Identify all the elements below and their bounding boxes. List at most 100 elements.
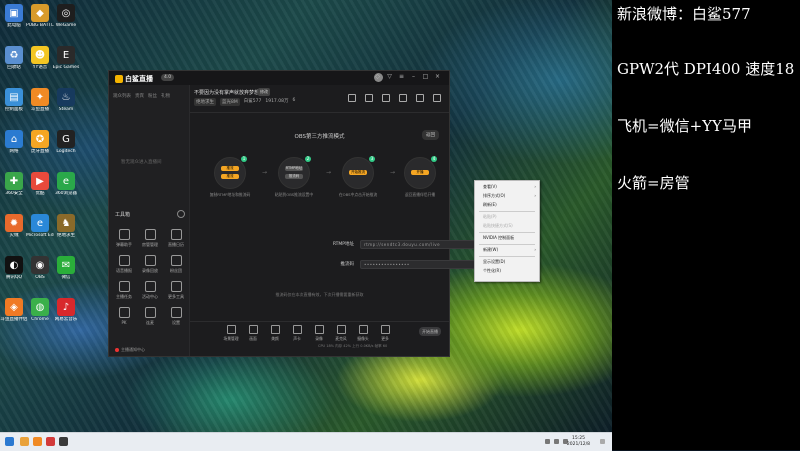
save-icon[interactable] xyxy=(382,94,390,102)
desktop-icon[interactable]: ◐ 腾讯QQ xyxy=(0,256,28,280)
toolbox-item[interactable]: 活动中心 xyxy=(139,281,161,300)
obs-taskbar-icon[interactable] xyxy=(59,437,68,446)
toolbox-item[interactable]: 连麦 xyxy=(139,307,161,326)
toolbox-item[interactable]: 设置 xyxy=(165,307,187,326)
file-explorer-icon[interactable] xyxy=(20,437,29,446)
toolbox-item[interactable]: 弹幕助手 xyxy=(113,229,135,248)
bottom-tool[interactable]: 摄像头 xyxy=(352,325,374,342)
tool-icon xyxy=(118,255,130,266)
douyu-taskbar-icon[interactable] xyxy=(33,437,42,446)
tab-vip[interactable]: 贵宾 xyxy=(135,93,144,99)
tab-gifts[interactable]: 礼物 xyxy=(161,93,170,99)
shirt-icon[interactable]: ▽ xyxy=(386,73,393,80)
notification-icon[interactable] xyxy=(600,439,605,444)
bottom-tool[interactable]: 声卡 xyxy=(286,325,308,342)
desktop-icon[interactable]: ✉ 微信 xyxy=(52,256,80,280)
gift-icon[interactable]: ◇ xyxy=(374,73,381,80)
context-menu-item[interactable]: 查看(V) xyxy=(483,184,497,190)
toolbox-item[interactable]: 房管管理 xyxy=(139,229,161,248)
taskbar-clock[interactable]: 15:25 2021/12/8 xyxy=(567,436,590,448)
desktop-icon[interactable]: ✹ 火绒 xyxy=(0,214,28,238)
maximize-icon[interactable]: □ xyxy=(422,73,429,80)
stream-key-field[interactable]: •••••••••••••••• xyxy=(360,260,475,269)
bottom-tool[interactable]: 场景管理 xyxy=(220,325,242,342)
desktop-icon[interactable]: ✚ 360安全 xyxy=(0,172,28,196)
desktop-icon[interactable]: ◍ Chrome xyxy=(26,298,54,322)
copy-icon[interactable] xyxy=(399,94,407,102)
desktop-icon[interactable]: ☻ YY语音 xyxy=(26,46,54,70)
desktop-icon[interactable]: ⌂ 网络 xyxy=(0,130,28,154)
context-menu-item[interactable]: 排序方式(O) xyxy=(483,193,505,199)
windows-start-icon[interactable] xyxy=(5,437,14,446)
close-icon[interactable]: × xyxy=(434,73,441,80)
menu-icon[interactable]: ≡ xyxy=(398,73,405,80)
bottom-tool[interactable]: 麦克风 xyxy=(330,325,352,342)
notice-center[interactable]: 主播通知中心 xyxy=(115,347,145,353)
room-category[interactable]: 绝地求生 xyxy=(194,98,216,106)
desktop-icon[interactable]: e 360浏览器 xyxy=(52,172,80,196)
rtmp-url-field[interactable]: rtmp://sendtc3.douyu.com/live xyxy=(360,240,475,249)
desktop-icon[interactable]: ♪ 网易云音乐 xyxy=(52,298,80,322)
tool-icon xyxy=(118,307,130,318)
douyu-companion-window[interactable]: 白鲨直播 4.0 ◇ ▽ ≡ – □ × 观众列表 贵宾 粉丝 礼物 暂无观众进… xyxy=(108,70,493,357)
desktop-icon[interactable]: ♨ Steam xyxy=(52,88,80,112)
minimize-icon[interactable]: – xyxy=(410,73,417,80)
room-quality[interactable]: 蓝光8M xyxy=(220,98,240,106)
app-icon: ✉ xyxy=(57,256,75,274)
context-menu-item[interactable]: 显示设置(D) xyxy=(483,259,505,265)
bell-icon[interactable] xyxy=(416,94,424,102)
desktop-icon[interactable]: ◉ OBS xyxy=(26,256,54,280)
toolbox-item[interactable]: 录像回放 xyxy=(139,255,161,274)
toolbox-item[interactable]: 直播日历 xyxy=(165,229,187,248)
tool-icon xyxy=(170,229,182,240)
desktop-icon[interactable]: ◈ 斗鱼直播伴侣 xyxy=(0,298,28,322)
obs-step-3: 3 开始推流 在OBS中点击开始推流 xyxy=(338,156,378,197)
lock-icon[interactable] xyxy=(365,94,373,102)
desktop-icon[interactable]: ▣ 此电脑 xyxy=(0,4,28,28)
context-menu-item[interactable]: 刷新(E) xyxy=(483,202,497,208)
screen-icon[interactable] xyxy=(348,94,356,102)
app-taskbar-icon[interactable] xyxy=(46,437,55,446)
tool-label: 语音播报 xyxy=(116,268,132,273)
toolbox-item[interactable]: 语音播报 xyxy=(113,255,135,274)
context-menu-item[interactable]: 个性化(R) xyxy=(483,268,501,274)
toolbox-item[interactable]: 粉丝团 xyxy=(165,255,187,274)
tool-label: 活动中心 xyxy=(142,294,158,299)
desktop-icon[interactable]: G Logitech xyxy=(52,130,80,154)
context-menu-item[interactable]: NVIDIA 控制面板 xyxy=(483,235,514,241)
network-icon[interactable] xyxy=(545,439,550,444)
desktop-icon[interactable]: ✪ 虎牙直播 xyxy=(26,130,54,154)
desktop-icon[interactable]: ◎ WeGame xyxy=(52,4,80,28)
app-titlebar[interactable]: 白鲨直播 4.0 ◇ ▽ ≡ – □ × xyxy=(109,71,449,85)
desktop-icon[interactable]: ◆PUBG BATTLEGR xyxy=(26,4,54,28)
overlay-gear: GPW2代 DPI400 速度18 xyxy=(617,60,795,78)
desktop-icon[interactable]: E Epic Games xyxy=(52,46,80,70)
bottom-tool[interactable]: 美颜 xyxy=(264,325,286,342)
bottom-tool[interactable]: 更多 xyxy=(374,325,396,342)
desktop-icon[interactable]: ♻ 回收站 xyxy=(0,46,28,70)
context-menu-item[interactable]: 新建(W) xyxy=(483,247,498,253)
tab-fans[interactable]: 粉丝 xyxy=(148,93,157,99)
app-icon: ♻ xyxy=(5,46,23,64)
share-icon[interactable] xyxy=(433,94,441,102)
toolbox-item[interactable]: 主播任务 xyxy=(113,281,135,300)
bottom-tool[interactable]: 录像 xyxy=(308,325,330,342)
desktop-icon-label: 绝地求生 xyxy=(57,233,75,238)
volume-icon[interactable] xyxy=(554,439,559,444)
app-icon: ♞ xyxy=(57,214,75,232)
tab-audience[interactable]: 观众列表 xyxy=(113,93,131,99)
desktop-icon[interactable]: ♞ 绝地求生 xyxy=(52,214,80,238)
edit-title-button[interactable]: 修改 xyxy=(258,88,270,96)
desktop-icon[interactable]: ✦ 斗鱼直播 xyxy=(26,88,54,112)
desktop-icon[interactable]: ▤ 控制面板 xyxy=(0,88,28,112)
desktop-icon[interactable]: eMicrosoft Edge xyxy=(26,214,54,238)
back-button[interactable]: 返回 xyxy=(422,130,439,140)
toolbox-item[interactable]: 更多工具 xyxy=(165,281,187,300)
bottom-tool-label: 声卡 xyxy=(293,336,301,341)
bottom-tool[interactable]: 画面 xyxy=(242,325,264,342)
toolbox-settings-icon[interactable] xyxy=(177,210,185,218)
version-tag[interactable]: 4.0 xyxy=(161,74,175,81)
toolbox-item[interactable]: PK xyxy=(113,307,135,325)
desktop-icon[interactable]: ▶ 优酷 xyxy=(26,172,54,196)
start-live-button[interactable]: 开始直播 xyxy=(419,327,441,336)
